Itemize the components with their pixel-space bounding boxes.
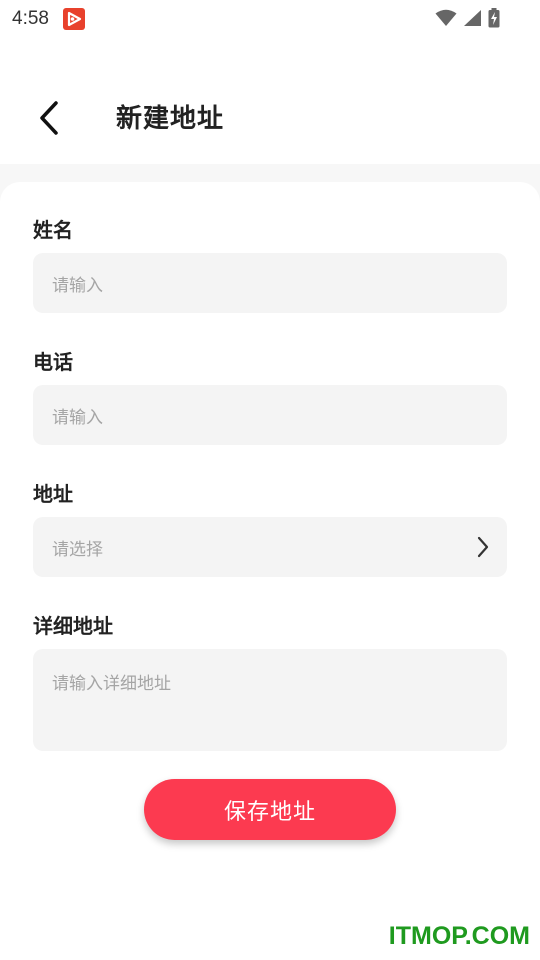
address-select[interactable]: 请选择	[33, 517, 507, 577]
phone-input-placeholder: 请输入	[52, 407, 103, 428]
status-bar: 4:58	[0, 0, 540, 36]
page-title: 新建地址	[116, 104, 225, 134]
phone-label: 电话	[33, 350, 73, 374]
app-notification-icon	[63, 8, 85, 30]
save-address-button[interactable]: 保存地址	[144, 779, 396, 840]
address-form: 姓名 请输入 电话 请输入 地址 请选择 详细地址 请输入详细地址	[0, 182, 540, 960]
name-input-placeholder: 请输入	[52, 275, 103, 296]
detail-address-label: 详细地址	[33, 614, 113, 638]
chevron-right-icon	[477, 536, 489, 558]
status-icons	[435, 8, 500, 32]
battery-charging-icon	[488, 8, 500, 32]
cell-signal-icon	[463, 9, 482, 31]
status-time: 4:58	[12, 8, 49, 29]
phone-input[interactable]: 请输入	[33, 385, 507, 445]
back-button[interactable]	[28, 96, 72, 140]
watermark: ITMOP.COM	[388, 922, 530, 950]
name-input[interactable]: 请输入	[33, 253, 507, 313]
name-label: 姓名	[33, 218, 73, 242]
address-select-placeholder: 请选择	[52, 539, 103, 560]
detail-address-placeholder: 请输入详细地址	[52, 674, 171, 694]
chevron-left-icon	[40, 101, 58, 135]
address-label: 地址	[33, 482, 73, 506]
header: 新建地址	[0, 36, 540, 164]
wifi-icon	[435, 9, 457, 31]
detail-address-textarea[interactable]: 请输入详细地址	[33, 649, 507, 751]
